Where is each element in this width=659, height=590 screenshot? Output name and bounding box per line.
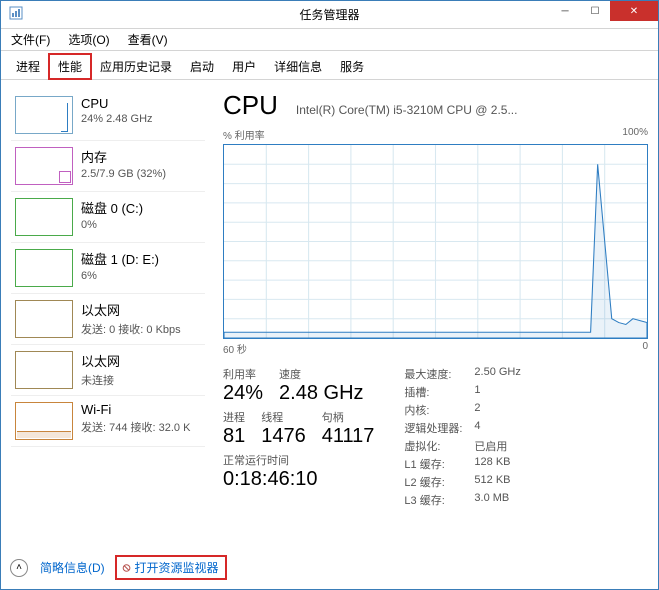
- window-controls: ─ ☐ ✕: [550, 1, 658, 21]
- sidebar-name: 内存: [81, 147, 166, 166]
- chart-xright: 0: [642, 341, 648, 356]
- l3-label: L3 缓存:: [404, 492, 474, 508]
- maximize-button[interactable]: ☐: [580, 1, 610, 21]
- sidebar-name: 磁盘 0 (C:): [81, 198, 143, 217]
- sidebar-item-4[interactable]: 以太网 发送: 0 接收: 0 Kbps: [11, 294, 205, 345]
- maxspeed-value: 2.50 GHz: [474, 366, 520, 382]
- sidebar-name: 以太网: [81, 300, 181, 319]
- thr-label: 线程: [261, 409, 306, 425]
- thumb-cpu-icon: [15, 96, 73, 134]
- collapse-icon[interactable]: ˄: [10, 559, 28, 577]
- virt-label: 虚拟化:: [404, 438, 474, 454]
- fewer-details-link[interactable]: 简略信息(D): [40, 559, 105, 576]
- sidebar-sub: 发送: 0 接收: 0 Kbps: [81, 321, 181, 337]
- speed-label: 速度: [279, 366, 363, 382]
- l2-value: 512 KB: [474, 474, 510, 490]
- uptime-label: 正常运行时间: [223, 452, 374, 468]
- menu-options[interactable]: 选项(O): [64, 29, 113, 50]
- sidebar-item-0[interactable]: CPU 24% 2.48 GHz: [11, 90, 205, 141]
- cpu-header: CPU Intel(R) Core(TM) i5-3210M CPU @ 2.5…: [223, 90, 648, 121]
- titlebar: 任务管理器 ─ ☐ ✕: [1, 1, 658, 29]
- stats-col-right: 最大速度:2.50 GHz 插槽:1 内核:2 逻辑处理器:4 虚拟化:已启用 …: [404, 366, 520, 510]
- tab-0[interactable]: 进程: [7, 54, 49, 79]
- app-icon: [9, 6, 23, 23]
- hnd-label: 句柄: [322, 409, 375, 425]
- uptime-value: 0:18:46:10: [223, 468, 374, 491]
- cpu-chart: [223, 144, 648, 339]
- menu-file[interactable]: 文件(F): [7, 29, 54, 50]
- maxspeed-label: 最大速度:: [404, 366, 474, 382]
- tab-2[interactable]: 应用历史记录: [91, 54, 181, 79]
- window-title: 任务管理器: [299, 6, 359, 23]
- util-value: 24%: [223, 382, 263, 405]
- sidebar-sub: 2.5/7.9 GB (32%): [81, 168, 166, 180]
- chart-xleft: 60 秒: [223, 341, 247, 356]
- chart-ylabel: % 利用率: [223, 127, 265, 142]
- thumb-disk-icon: [15, 249, 73, 287]
- thumb-mem-icon: [15, 147, 73, 185]
- thr-value: 1476: [261, 425, 306, 448]
- cpu-title: CPU: [223, 90, 278, 121]
- sidebar-name: 磁盘 1 (D: E:): [81, 249, 159, 268]
- chart-ymax: 100%: [622, 127, 648, 142]
- thumb-eth-icon: [15, 300, 73, 338]
- l3-value: 3.0 MB: [474, 492, 509, 508]
- content: CPU 24% 2.48 GHz 内存 2.5/7.9 GB (32%) 磁盘 …: [1, 80, 658, 565]
- cores-label: 内核:: [404, 402, 474, 418]
- sidebar-item-5[interactable]: 以太网 未连接: [11, 345, 205, 396]
- thumb-disk-icon: [15, 198, 73, 236]
- sidebar-sub: 发送: 744 接收: 32.0 K: [81, 419, 190, 435]
- sidebar-sub: 24% 2.48 GHz: [81, 113, 153, 125]
- cpu-stats: 利用率 24% 速度 2.48 GHz 进程 81 线程 1476 句柄 411…: [223, 366, 648, 510]
- sidebar-name: Wi-Fi: [81, 402, 190, 417]
- speed-value: 2.48 GHz: [279, 382, 363, 405]
- tab-3[interactable]: 启动: [181, 54, 223, 79]
- sidebar-sub: 未连接: [81, 372, 120, 388]
- thumb-eth-icon: [15, 351, 73, 389]
- tab-1[interactable]: 性能: [49, 54, 91, 79]
- l1-value: 128 KB: [474, 456, 510, 472]
- sidebar-item-2[interactable]: 磁盘 0 (C:) 0%: [11, 192, 205, 243]
- sidebar-item-3[interactable]: 磁盘 1 (D: E:) 6%: [11, 243, 205, 294]
- lproc-value: 4: [474, 420, 480, 436]
- chart-top-labels: % 利用率 100%: [223, 127, 648, 142]
- menubar: 文件(F) 选项(O) 查看(V): [1, 29, 658, 51]
- sockets-value: 1: [474, 384, 480, 400]
- footer: ˄ 简略信息(D) ⦸ 打开资源监视器: [10, 557, 649, 578]
- sidebar-name: CPU: [81, 96, 153, 111]
- main-panel: CPU Intel(R) Core(TM) i5-3210M CPU @ 2.5…: [211, 90, 648, 565]
- tab-5[interactable]: 详细信息: [265, 54, 331, 79]
- hnd-value: 41117: [322, 425, 375, 448]
- lproc-label: 逻辑处理器:: [404, 420, 474, 436]
- minimize-button[interactable]: ─: [550, 1, 580, 21]
- virt-value: 已启用: [474, 438, 507, 454]
- tab-6[interactable]: 服务: [331, 54, 373, 79]
- sidebar-sub: 6%: [81, 270, 159, 282]
- l2-label: L2 缓存:: [404, 474, 474, 490]
- cores-value: 2: [474, 402, 480, 418]
- tab-4[interactable]: 用户: [223, 54, 265, 79]
- proc-label: 进程: [223, 409, 245, 425]
- chart-bottom-labels: 60 秒 0: [223, 341, 648, 356]
- tabbar: 进程性能应用历史记录启动用户详细信息服务: [1, 51, 658, 80]
- sidebar-sub: 0%: [81, 219, 143, 231]
- l1-label: L1 缓存:: [404, 456, 474, 472]
- proc-value: 81: [223, 425, 245, 448]
- close-button[interactable]: ✕: [610, 1, 658, 21]
- sidebar-item-6[interactable]: Wi-Fi 发送: 744 接收: 32.0 K: [11, 396, 205, 447]
- util-label: 利用率: [223, 366, 263, 382]
- sidebar-name: 以太网: [81, 351, 120, 370]
- stats-col-left: 利用率 24% 速度 2.48 GHz 进程 81 线程 1476 句柄 411…: [223, 366, 374, 510]
- open-resmon-link[interactable]: ⦸ 打开资源监视器: [117, 557, 225, 578]
- menu-view[interactable]: 查看(V): [124, 29, 172, 50]
- sidebar[interactable]: CPU 24% 2.48 GHz 内存 2.5/7.9 GB (32%) 磁盘 …: [11, 90, 211, 565]
- resmon-label: 打开资源监视器: [135, 559, 219, 576]
- resmon-icon: ⦸: [123, 560, 131, 575]
- sockets-label: 插槽:: [404, 384, 474, 400]
- thumb-wifi-icon: [15, 402, 73, 440]
- sidebar-item-1[interactable]: 内存 2.5/7.9 GB (32%): [11, 141, 205, 192]
- cpu-model: Intel(R) Core(TM) i5-3210M CPU @ 2.5...: [296, 103, 518, 117]
